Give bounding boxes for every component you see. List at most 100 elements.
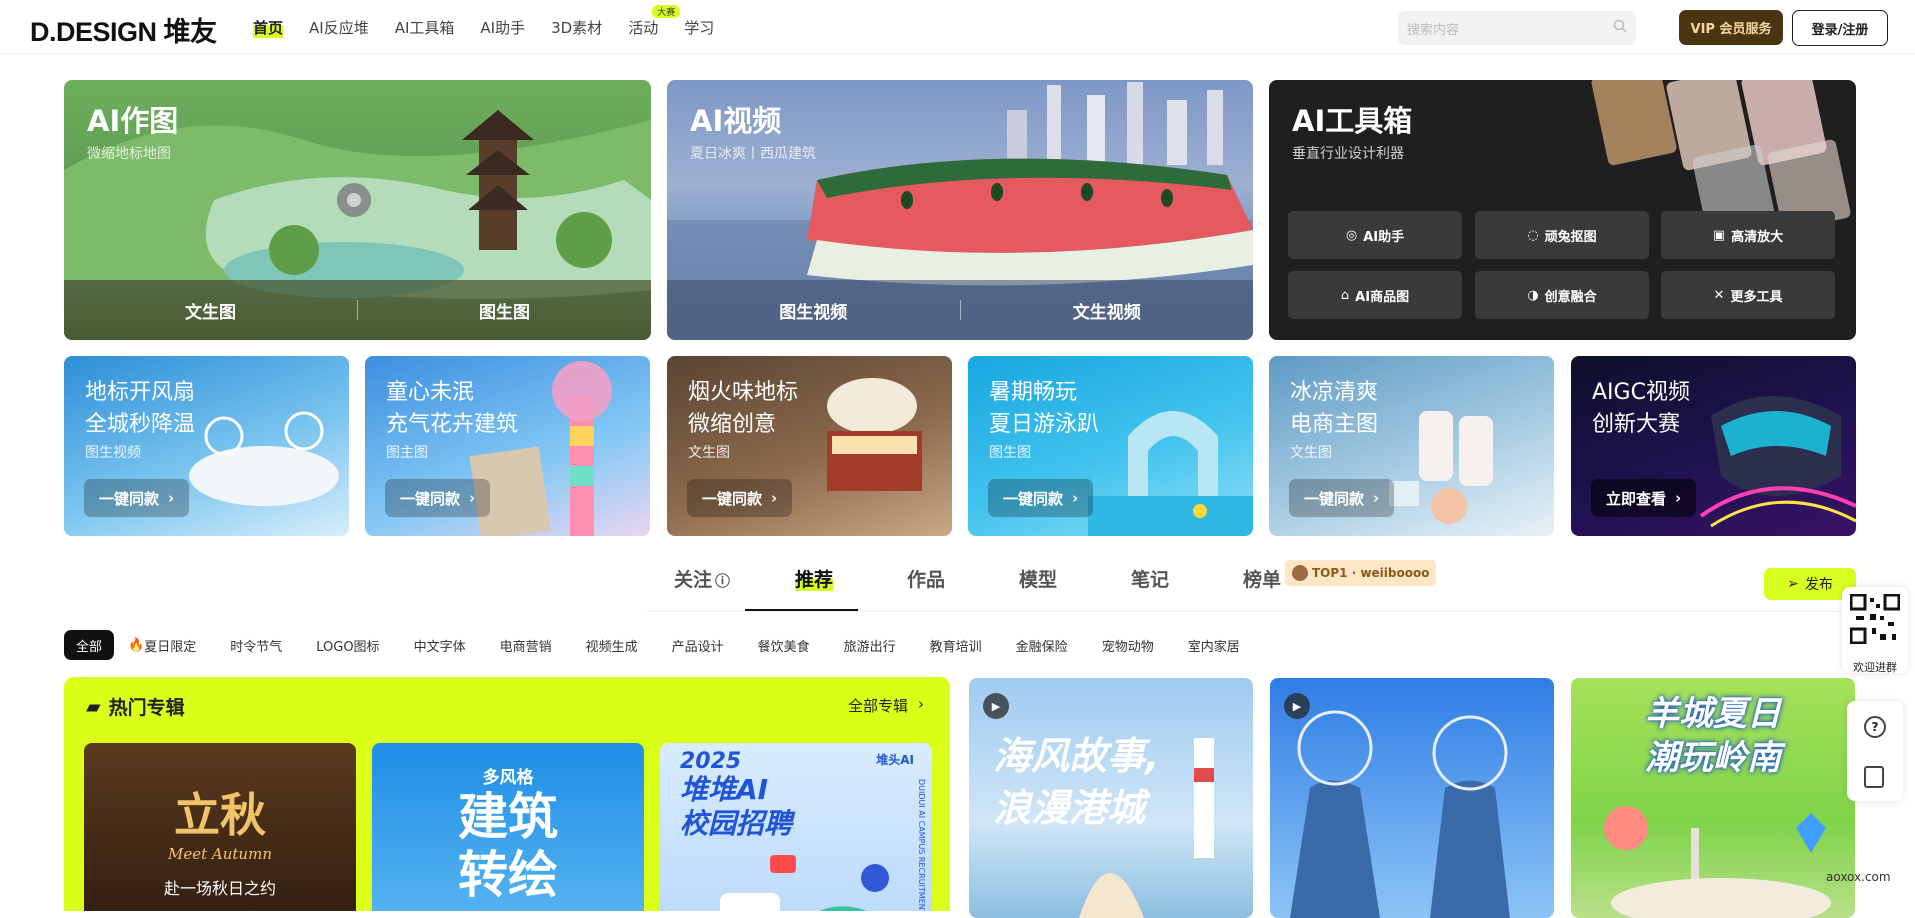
tab-models[interactable]: 模型 xyxy=(982,565,1094,592)
feature-card[interactable]: 童心未泯 充气花卉建筑 图主图 一键同款 › xyxy=(365,356,650,536)
ai-assistant-icon: ◎ xyxy=(1345,227,1358,243)
watermark-text: aoxox.com xyxy=(1826,870,1891,884)
chip-ecommerce[interactable]: 电商营销 xyxy=(488,630,564,660)
same-style-button[interactable]: 一键同款 › xyxy=(988,479,1094,517)
album-small-title: 多风格 xyxy=(482,768,534,788)
vip-service-button[interactable]: VIP 会员服务 xyxy=(1679,10,1783,45)
all-albums-link[interactable]: 全部专辑 › xyxy=(848,695,924,716)
nav-item-home[interactable]: 首页 xyxy=(253,17,284,38)
nav-item-events[interactable]: 活动 大赛 xyxy=(628,5,681,38)
more-tools-icon: ✕ xyxy=(1713,287,1725,303)
chip-product-design[interactable]: 产品设计 xyxy=(660,630,736,660)
tool-label: AI商品图 xyxy=(1355,289,1410,305)
album-title: 立秋 xyxy=(174,788,266,842)
chip-chinese-font[interactable]: 中文字体 xyxy=(402,630,478,660)
banner-title: AI作图 xyxy=(87,104,179,138)
tool-product-image-button[interactable]: ⌂ AI商品图 xyxy=(1288,271,1462,319)
album-card[interactable]: 2025 堆头AI 堆堆AI 校园招聘 DUIDUI AI CAMPUS REC… xyxy=(660,743,932,911)
fire-icon: 🔥 xyxy=(128,637,145,653)
chip-summer[interactable]: 🔥 夏日限定 xyxy=(124,630,208,660)
nav-item-ai-assistant[interactable]: AI助手 xyxy=(480,17,525,38)
site-logo[interactable]: D.DESIGN 堆友 xyxy=(30,10,217,49)
chevron-right-icon: › xyxy=(168,489,175,507)
tool-creative-blend-button[interactable]: ◑ 创意融合 xyxy=(1475,271,1649,319)
search-input[interactable]: 搜索内容 xyxy=(1398,11,1636,45)
chip-travel[interactable]: 旅游出行 xyxy=(832,630,908,660)
avatar xyxy=(1292,565,1308,581)
ai-video-banner[interactable]: AI视频 夏日冰爽丨西瓜建筑 图生视频 文生视频 xyxy=(667,80,1253,340)
cta-label: 一键同款 xyxy=(99,489,160,508)
help-icon[interactable]: ? xyxy=(1864,716,1886,738)
text-to-video-button[interactable]: 文生视频 xyxy=(961,298,1254,323)
feature-card[interactable]: 烟火味地标 微缩创意 文生图 一键同款 › xyxy=(667,356,952,536)
tool-label: AI助手 xyxy=(1363,229,1405,245)
tool-ai-assistant-button[interactable]: ◎ AI助手 xyxy=(1288,211,1462,259)
main-nav: 首页 AI反应堆 AI工具箱 AI助手 3D素材 活动 大赛 学习 xyxy=(253,5,740,38)
chip-all[interactable]: 全部 xyxy=(64,630,115,660)
chip-video-gen[interactable]: 视频生成 xyxy=(574,630,650,660)
top1-badge[interactable]: TOP1 · weiiboooo xyxy=(1285,560,1437,586)
album-subtitle: 赴一场秋日之约 xyxy=(163,879,276,898)
chip-food[interactable]: 餐饮美食 xyxy=(746,630,822,660)
nav-item-ai-reactor[interactable]: AI反应堆 xyxy=(309,17,369,38)
feature-card[interactable]: 冰凉清爽 电商主图 文生图 一键同款 › xyxy=(1269,356,1554,536)
community-qr-widget[interactable]: 欢迎进群 xyxy=(1842,587,1908,674)
same-style-button[interactable]: 一键同款 › xyxy=(385,479,491,517)
cta-label: 一键同款 xyxy=(1304,489,1365,508)
album-card[interactable]: 多风格 建筑 转绘 xyxy=(372,743,644,911)
gallery-image xyxy=(1290,710,1510,918)
nav-item-ai-toolbox[interactable]: AI工具箱 xyxy=(395,17,455,38)
search-icon[interactable] xyxy=(1613,19,1627,37)
nav-item-learn[interactable]: 学习 xyxy=(684,17,714,38)
tab-works[interactable]: 作品 xyxy=(870,565,982,592)
nav-item-3d-assets[interactable]: 3D素材 xyxy=(551,17,602,38)
blend-icon: ◑ xyxy=(1527,287,1539,303)
gallery-card[interactable]: ▶ xyxy=(1270,678,1554,918)
feature-card[interactable]: 暑期畅玩 夏日游泳趴 图生图 一键同款 › xyxy=(968,356,1253,536)
chip-pets[interactable]: 宠物动物 xyxy=(1090,630,1166,660)
chip-education[interactable]: 教育培训 xyxy=(918,630,994,660)
feature-type: 文生图 xyxy=(688,445,730,461)
tool-label: 顽兔抠图 xyxy=(1544,229,1597,245)
tool-hd-upscale-button[interactable]: ▣ 高清放大 xyxy=(1661,211,1835,259)
feature-type: 图主图 xyxy=(386,445,428,461)
side-tools: ? xyxy=(1847,701,1903,801)
gallery-card[interactable]: 羊城夏日 潮玩岭南 xyxy=(1571,678,1855,918)
image-to-video-button[interactable]: 图生视频 xyxy=(667,298,960,323)
tab-follow[interactable]: 关注 ⓘ xyxy=(646,565,758,592)
gallery-card[interactable]: ▶ 海风故事, 浪漫港城 xyxy=(969,678,1253,918)
info-icon: ⓘ xyxy=(715,572,731,590)
chip-logo[interactable]: LOGO图标 xyxy=(304,630,391,660)
tool-cutout-button[interactable]: ◌ 顽兔抠图 xyxy=(1475,211,1649,259)
feature-card[interactable]: 地标开风扇 全城秒降温 图生视频 一键同款 › xyxy=(64,356,349,536)
same-style-button[interactable]: 一键同款 › xyxy=(84,479,190,517)
tool-more-button[interactable]: ✕ 更多工具 xyxy=(1661,271,1835,319)
view-now-button[interactable]: 立即查看 › xyxy=(1591,479,1697,517)
feature-card[interactable]: AIGC视频 创新大赛 立即查看 › xyxy=(1571,356,1856,536)
album-card[interactable]: 立秋 Meet Autumn 赴一场秋日之约 xyxy=(84,743,356,911)
chevron-right-icon: › xyxy=(1373,489,1380,507)
image-to-image-button[interactable]: 图生图 xyxy=(358,298,651,323)
same-style-button[interactable]: 一键同款 › xyxy=(1289,479,1395,517)
tab-label: 推荐 xyxy=(794,569,833,591)
chip-seasonal[interactable]: 时令节气 xyxy=(218,630,294,660)
chevron-right-icon: › xyxy=(1072,489,1079,507)
chip-finance[interactable]: 金融保险 xyxy=(1004,630,1080,660)
text-to-image-button[interactable]: 文生图 xyxy=(64,298,357,323)
feature-title: 童心未泯 充气花卉建筑 xyxy=(386,380,519,437)
tab-recommend[interactable]: 推荐 xyxy=(758,565,870,592)
login-register-button[interactable]: 登录/注册 xyxy=(1792,10,1888,46)
tabs-divider xyxy=(646,611,1856,612)
feature-title: AIGC视频 创新大赛 xyxy=(1592,380,1690,437)
play-icon[interactable]: ▶ xyxy=(983,693,1009,719)
chip-interior[interactable]: 室内家居 xyxy=(1176,630,1252,660)
feature-type: 图生图 xyxy=(989,445,1031,461)
banner-subtitle: 垂直行业设计利器 xyxy=(1292,146,1404,162)
same-style-button[interactable]: 一键同款 › xyxy=(687,479,793,517)
feature-title: 暑期畅玩 夏日游泳趴 xyxy=(989,380,1100,437)
play-icon[interactable]: ▶ xyxy=(1284,693,1310,719)
feedback-icon[interactable] xyxy=(1864,766,1884,788)
ai-drawing-banner[interactable]: AI作图 微缩地标地图 文生图 图生图 xyxy=(64,80,651,340)
tab-notes[interactable]: 笔记 xyxy=(1094,565,1206,592)
tab-label: 关注 xyxy=(673,569,712,591)
